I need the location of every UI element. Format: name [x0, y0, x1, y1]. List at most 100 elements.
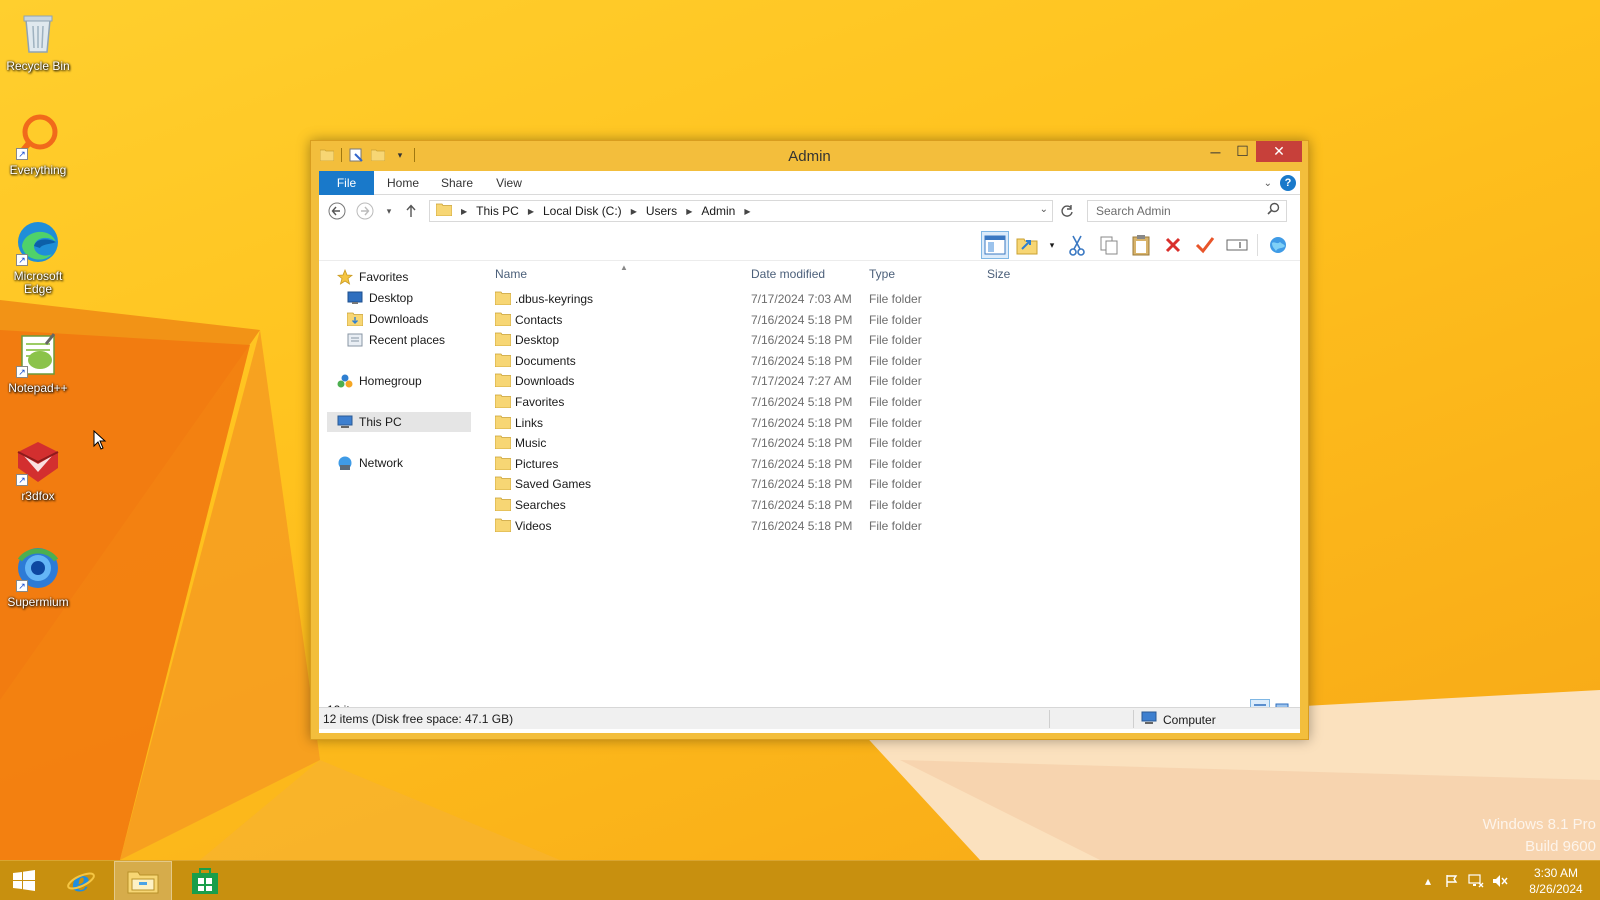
file-row[interactable]: Searches 7/16/2024 5:18 PM File folder — [489, 495, 1289, 516]
file-row[interactable]: Documents 7/16/2024 5:18 PM File folder — [489, 351, 1289, 372]
nav-downloads[interactable]: Downloads — [347, 309, 428, 329]
column-header-name[interactable]: Name ▲ — [495, 263, 735, 285]
file-date-modified: 7/16/2024 5:18 PM — [751, 415, 853, 430]
desktop-icon-recycle-bin[interactable]: Recycle Bin — [2, 8, 74, 73]
nav-network[interactable]: Network — [337, 453, 403, 473]
paste-button[interactable] — [1127, 231, 1155, 259]
file-name: Pictures — [515, 456, 559, 471]
search-icon[interactable] — [1267, 201, 1280, 221]
move-to-button[interactable] — [1013, 231, 1041, 259]
everything-search-icon: ↗ — [14, 112, 62, 160]
back-button[interactable] — [327, 201, 347, 221]
file-row[interactable]: Desktop 7/16/2024 5:18 PM File folder — [489, 330, 1289, 351]
address-history-dropdown-icon[interactable]: ⌄ — [1040, 204, 1048, 215]
help-icon[interactable]: ? — [1280, 175, 1296, 191]
network-status-icon[interactable] — [1468, 873, 1484, 889]
command-toolbar: ▾ — [319, 229, 1300, 261]
nav-homegroup[interactable]: Homegroup — [337, 371, 422, 391]
breadcrumb-separator-icon[interactable]: ▶ — [686, 207, 692, 216]
maximize-button[interactable]: ☐ — [1229, 141, 1256, 162]
show-hidden-icons-chevron-icon[interactable]: ▴ — [1420, 873, 1436, 889]
desktop-icon-notepad-plus-plus[interactable]: ↗ Notepad++ — [2, 330, 74, 395]
file-type: File folder — [869, 374, 922, 389]
file-row[interactable]: Favorites 7/16/2024 5:18 PM File folder — [489, 392, 1289, 413]
scissors-icon — [1069, 235, 1085, 256]
title-bar[interactable]: ▾ Admin ─ ☐ ✕ — [311, 141, 1308, 171]
file-row[interactable]: Saved Games 7/16/2024 5:18 PM File folder — [489, 474, 1289, 495]
volume-muted-icon[interactable] — [1492, 873, 1508, 889]
column-header-size[interactable]: Size — [987, 263, 1057, 285]
breadcrumb-this-pc[interactable]: This PC — [476, 204, 519, 218]
folder-icon — [494, 394, 512, 410]
expand-ribbon-chevron-icon[interactable]: ⌄ — [1264, 178, 1272, 189]
breadcrumb-local-disk[interactable]: Local Disk (C:) — [543, 204, 622, 218]
file-row[interactable]: Contacts 7/16/2024 5:18 PM File folder — [489, 310, 1289, 331]
nav-favorites[interactable]: Favorites — [337, 267, 408, 287]
desktop-icon-label: Notepad++ — [8, 381, 68, 395]
nav-this-pc[interactable]: This PC — [327, 412, 471, 432]
taskbar-internet-explorer[interactable]: e — [52, 861, 110, 900]
close-button[interactable]: ✕ — [1256, 141, 1302, 162]
breadcrumb-separator-icon[interactable]: ▶ — [631, 207, 637, 216]
preview-pane-button[interactable] — [981, 231, 1009, 259]
tab-share[interactable]: Share — [435, 171, 479, 195]
action-center-flag-icon[interactable] — [1444, 873, 1460, 889]
delete-button[interactable] — [1159, 231, 1187, 259]
select-checkmark-button[interactable] — [1191, 231, 1219, 259]
file-row[interactable]: Music 7/16/2024 5:18 PM File folder — [489, 433, 1289, 454]
search-input[interactable]: Search Admin — [1087, 200, 1287, 222]
nav-recent-places[interactable]: Recent places — [347, 330, 445, 350]
file-type: File folder — [869, 436, 922, 451]
windows-logo-icon — [13, 870, 35, 891]
cut-button[interactable] — [1063, 231, 1091, 259]
taskbar-store[interactable] — [176, 861, 234, 900]
column-header-date[interactable]: Date modified — [751, 263, 861, 285]
refresh-button[interactable] — [1057, 201, 1077, 221]
copy-icon — [1100, 236, 1118, 255]
breadcrumb-separator-icon[interactable]: ▶ — [744, 207, 750, 216]
file-date-modified: 7/16/2024 5:18 PM — [751, 436, 853, 451]
breadcrumb-separator-icon[interactable]: ▶ — [528, 207, 534, 216]
file-type: File folder — [869, 292, 922, 306]
file-row[interactable]: Links 7/16/2024 5:18 PM File folder — [489, 413, 1289, 434]
file-explorer-icon — [127, 871, 159, 894]
nav-desktop[interactable]: Desktop — [347, 288, 413, 308]
breadcrumb-separator-icon[interactable]: ▶ — [461, 207, 467, 216]
move-to-dropdown-icon[interactable]: ▾ — [1045, 231, 1059, 259]
folder-icon — [494, 291, 512, 307]
minimize-button[interactable]: ─ — [1202, 141, 1229, 162]
file-row[interactable]: .dbus-keyrings 7/17/2024 7:03 AM File fold… — [489, 289, 1289, 310]
start-button[interactable] — [0, 861, 48, 900]
forward-button[interactable] — [355, 201, 375, 221]
folder-icon — [494, 373, 512, 389]
desktop-icon-everything[interactable]: ↗ Everything — [2, 112, 74, 177]
taskbar-file-explorer[interactable] — [114, 861, 172, 900]
breadcrumb-admin[interactable]: Admin — [701, 204, 735, 218]
file-name: Downloads — [515, 374, 575, 389]
star-icon — [337, 269, 353, 285]
column-header-type[interactable]: Type — [869, 263, 979, 285]
tab-home[interactable]: Home — [381, 171, 425, 195]
desktop-icon-edge[interactable]: ↗ Microsoft Edge — [2, 218, 74, 296]
desktop-icon-supermium[interactable]: ↗ Supermium — [2, 544, 74, 609]
mouse-cursor-icon — [93, 429, 107, 453]
rename-button[interactable] — [1223, 231, 1251, 259]
network-globe-button[interactable] — [1264, 231, 1292, 259]
file-row[interactable]: Pictures 7/16/2024 5:18 PM File folder — [489, 454, 1289, 475]
file-row[interactable]: Downloads 7/17/2024 7:27 AM File folder — [489, 371, 1289, 392]
breadcrumb-users[interactable]: Users — [646, 204, 677, 218]
shortcut-arrow-icon: ↗ — [16, 254, 28, 266]
copy-button[interactable] — [1095, 231, 1123, 259]
taskbar-clock[interactable]: 3:30 AM 8/26/2024 — [1524, 865, 1588, 897]
file-explorer-window[interactable]: ▾ Admin ─ ☐ ✕ File Home Share View ⌄ ? ▾ — [310, 140, 1309, 740]
file-row[interactable]: Videos 7/16/2024 5:18 PM File folder — [489, 516, 1289, 537]
tab-file[interactable]: File — [319, 171, 374, 195]
desktop-icon-r3dfox[interactable]: ↗ r3dfox — [2, 438, 74, 503]
shortcut-arrow-icon: ↗ — [16, 366, 28, 378]
rename-icon — [1226, 239, 1248, 251]
tab-view[interactable]: View — [489, 171, 529, 195]
file-name: Videos — [515, 518, 552, 533]
recent-locations-dropdown[interactable]: ▾ — [379, 201, 399, 221]
up-button[interactable] — [401, 201, 421, 221]
address-bar[interactable]: ▶ This PC ▶ Local Disk (C:) ▶ Users ▶ Ad… — [429, 200, 1053, 222]
